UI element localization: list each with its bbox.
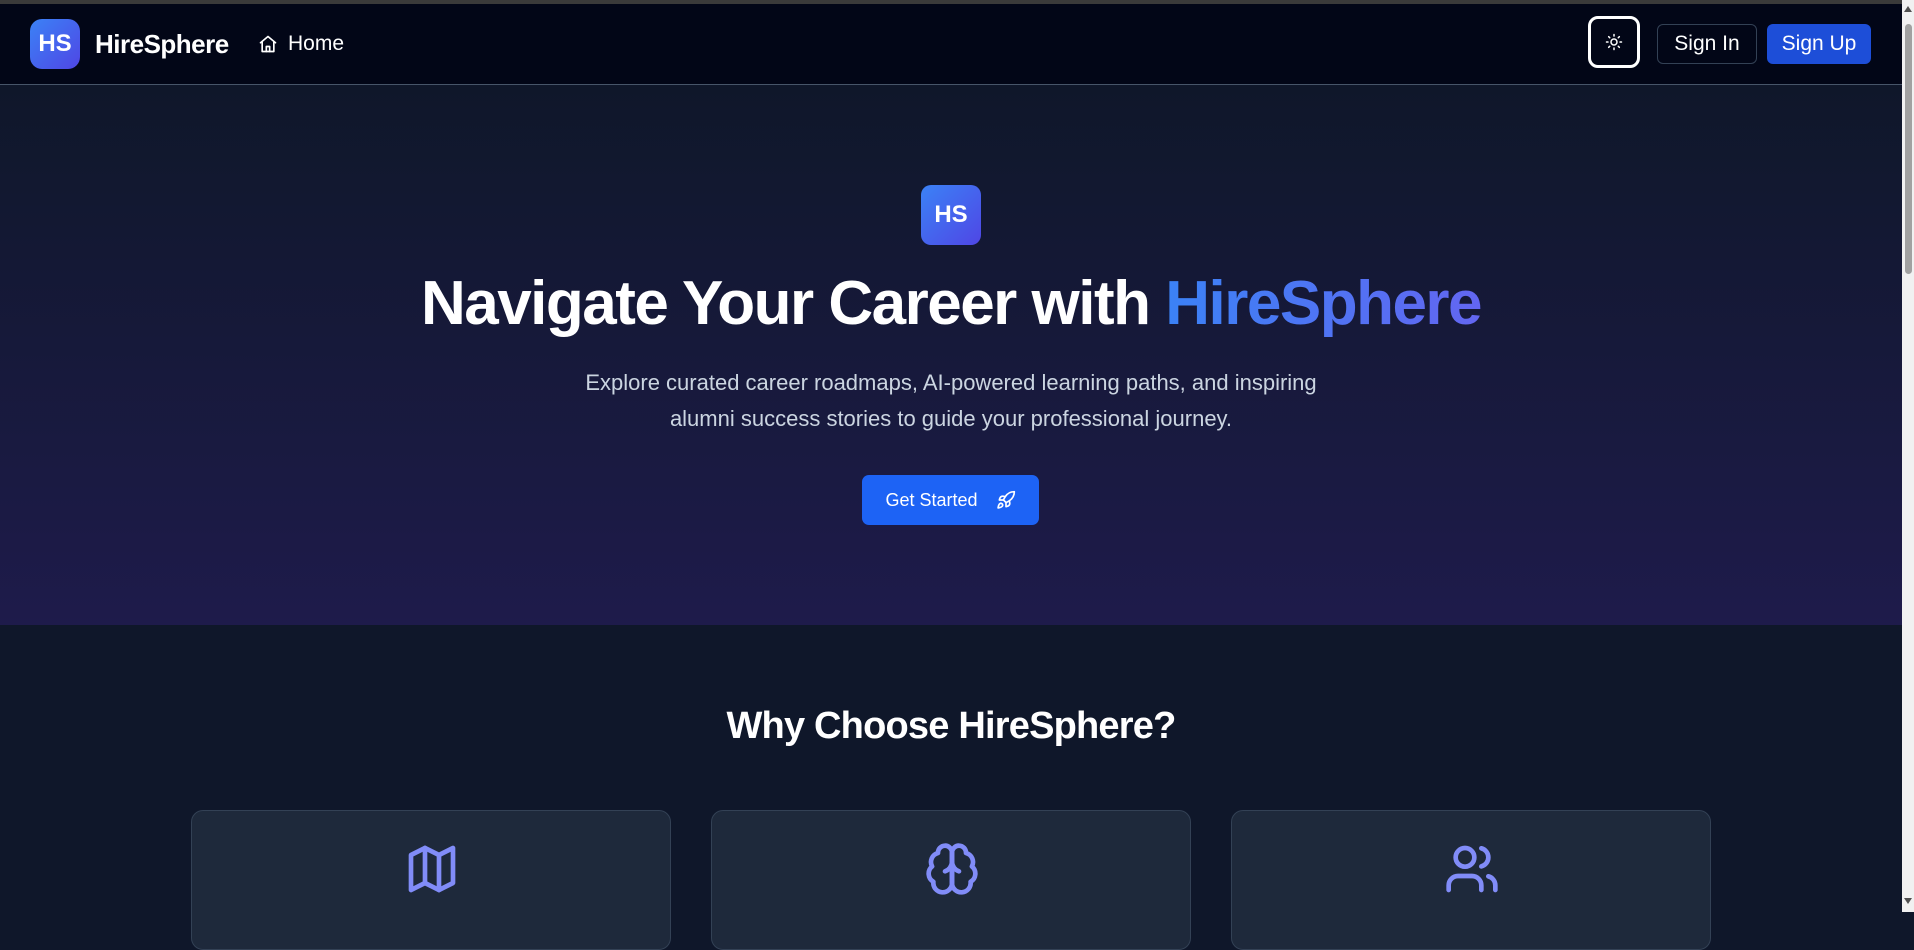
hero-subtitle-line-2: alumni success stories to guide your pro…	[669, 406, 1233, 431]
brand[interactable]: HS HireSphere	[30, 19, 229, 69]
hero-subtitle: Explore curated career roadmaps, AI-powe…	[500, 365, 1402, 437]
features-section: Why Choose HireSphere?	[0, 625, 1902, 950]
users-icon	[1446, 845, 1498, 893]
brain-icon	[926, 843, 978, 895]
hero-title: Navigate Your Career with HireSphere	[0, 268, 1902, 339]
get-started-label: Get Started	[885, 489, 978, 510]
feature-card-alumni[interactable]	[1231, 810, 1711, 950]
hero-title-accent: HireSphere	[1165, 269, 1482, 338]
nav-home-label: Home	[288, 32, 345, 55]
scroll-thumb[interactable]	[1905, 24, 1912, 274]
navbar: HS HireSphere Home Sign In Sign Up	[0, 4, 1902, 85]
scroll-up-arrow[interactable]	[1904, 6, 1912, 12]
hero-subtitle-line-1: Explore curated career roadmaps, AI-powe…	[585, 370, 1317, 395]
sign-in-button[interactable]: Sign In	[1657, 24, 1757, 64]
feature-card-ai-learning[interactable]	[711, 810, 1191, 950]
theme-toggle-button[interactable]	[1588, 16, 1640, 68]
nav-home-link[interactable]: Home	[258, 32, 344, 56]
brand-name: HireSphere	[95, 28, 229, 59]
get-started-button[interactable]: Get Started	[862, 475, 1039, 525]
feature-card-roadmaps[interactable]	[191, 810, 671, 950]
sun-icon	[1605, 33, 1623, 51]
hero-section: HS Navigate Your Career with HireSphere …	[0, 85, 1902, 625]
hero-logo: HS	[921, 185, 981, 245]
sign-up-button[interactable]: Sign Up	[1767, 24, 1871, 64]
scroll-down-arrow[interactable]	[1904, 898, 1912, 904]
rocket-icon	[996, 490, 1015, 509]
home-icon	[259, 35, 277, 53]
hero-title-main: Navigate Your Career with	[420, 269, 1166, 338]
map-icon	[408, 845, 456, 893]
page-scrollbar[interactable]	[1902, 0, 1914, 912]
brand-logo: HS	[30, 19, 80, 69]
features-title: Why Choose HireSphere?	[726, 705, 1176, 747]
